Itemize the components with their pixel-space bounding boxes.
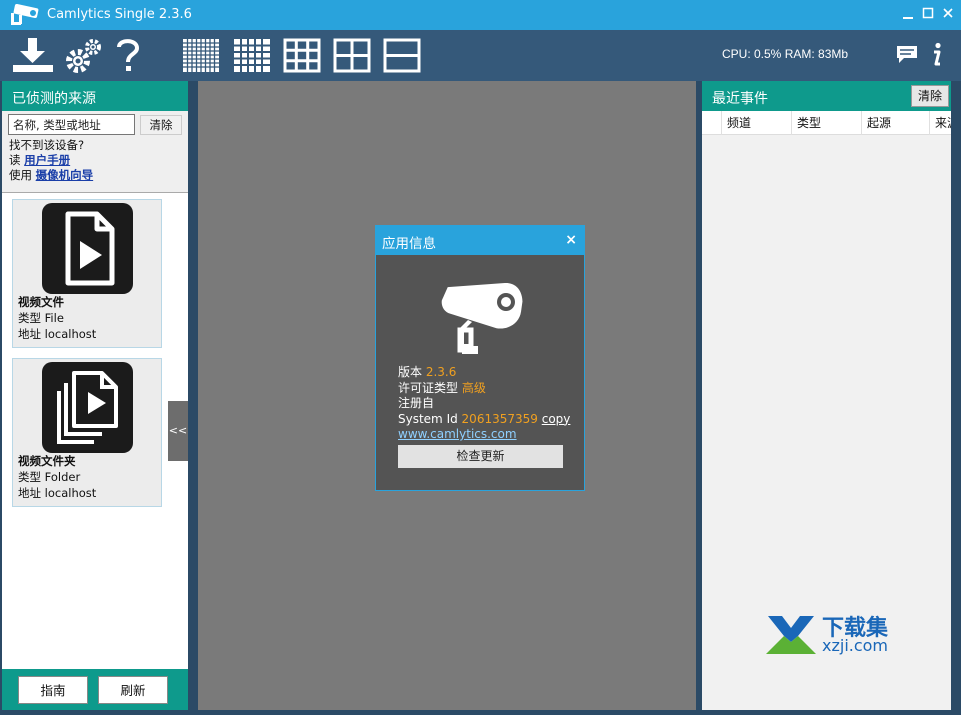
license-value: 高级 [461, 380, 486, 395]
license-label: 许可证类型 [398, 380, 462, 395]
source-card-video-folder[interactable]: 视频文件夹 类型 Folder 地址 localhost [12, 358, 162, 507]
sources-search-input[interactable] [8, 114, 135, 135]
sources-clear-button[interactable]: 清除 [140, 115, 182, 135]
watermark-url: xzji.com [822, 636, 889, 655]
grid-8x8-icon[interactable] [182, 38, 220, 73]
info-icon[interactable] [929, 42, 943, 68]
minimize-icon[interactable] [901, 6, 915, 22]
version-value: 2.3.6 [425, 365, 457, 379]
window-title: Camlytics Single 2.3.6 [47, 7, 192, 22]
source-address: 地址 localhost [18, 486, 97, 500]
events-title: 最近事件 [712, 91, 768, 107]
camera-wizard-link[interactable]: 摄像机向导 [36, 168, 94, 182]
chat-icon[interactable] [896, 45, 918, 65]
sources-title: 已侦测的来源 [2, 81, 188, 111]
column-header-type[interactable]: 类型 [792, 111, 862, 135]
help-use-text: 使用 [9, 168, 36, 182]
security-camera-icon [441, 282, 523, 354]
grid-5x5-icon[interactable] [233, 38, 271, 73]
watermark-logo-icon [766, 616, 816, 654]
version-row: 版本 2.3.6 [398, 365, 570, 381]
system-id-row: System Id 2061357359 copy [398, 412, 570, 428]
version-label: 版本 [398, 365, 426, 379]
source-card-details: 视频文件夹 类型 Folder 地址 localhost [18, 453, 96, 501]
source-type: 类型 File [18, 311, 64, 325]
column-header-source[interactable]: 来源 [930, 111, 951, 135]
dialog-info: 版本 2.3.6 许可证类型 高级 注册自 System Id 20613573… [398, 365, 570, 443]
source-card-details: 视频文件 类型 File 地址 localhost [18, 294, 96, 342]
column-header-blank [702, 111, 722, 135]
collapse-panel-button[interactable]: << [168, 401, 188, 461]
site-watermark: 下载集 xzji.com [764, 610, 904, 658]
refresh-button[interactable]: 刷新 [98, 676, 168, 704]
help-read-text: 读 [9, 153, 25, 167]
events-header: 最近事件 清除 [702, 81, 951, 111]
title-bar: Camlytics Single 2.3.6 [0, 0, 961, 30]
video-folder-icon [42, 362, 133, 453]
system-id-value: 2061357359 [461, 411, 538, 426]
help-manual-line: 读 用户手册 [9, 153, 188, 168]
close-icon[interactable] [941, 6, 955, 22]
sources-search-row: 清除 [2, 111, 188, 137]
website-link[interactable]: www.camlytics.com [398, 427, 570, 443]
column-header-origin[interactable]: 起源 [862, 111, 930, 135]
registered-label: 注册自 [398, 396, 435, 410]
help-icon[interactable] [116, 37, 140, 75]
system-id-label: System Id [398, 411, 462, 426]
sources-panel: 已侦测的来源 清除 找不到该设备? 读 用户手册 使用 摄像机向导 视频文件 类… [2, 81, 188, 710]
dialog-header: 应用信息 × [376, 226, 584, 255]
grid-3x3-icon[interactable] [283, 38, 321, 73]
camera-logo-icon [11, 3, 39, 25]
copy-link[interactable]: copy [542, 412, 571, 426]
source-card-video-file[interactable]: 视频文件 类型 File 地址 localhost [12, 199, 162, 348]
events-clear-button[interactable]: 清除 [911, 85, 949, 107]
grid-2x2-icon[interactable] [333, 38, 371, 73]
dialog-close-icon[interactable]: × [565, 232, 577, 248]
source-name: 视频文件夹 [18, 454, 76, 468]
column-header-channel[interactable]: 频道 [722, 111, 792, 135]
user-manual-link[interactable]: 用户手册 [24, 153, 70, 167]
sources-footer: 指南 刷新 [2, 669, 188, 710]
source-name: 视频文件 [18, 295, 64, 309]
help-question: 找不到该设备? [9, 138, 85, 152]
guide-button[interactable]: 指南 [18, 676, 88, 704]
events-table-header: 频道 类型 起源 来源 [702, 111, 951, 135]
maximize-icon[interactable] [921, 6, 935, 22]
download-icon[interactable] [12, 38, 54, 74]
toolbar: CPU: 0.5% RAM: 83Mb [0, 30, 961, 81]
resource-status: CPU: 0.5% RAM: 83Mb [722, 47, 849, 61]
dialog-title: 应用信息 [382, 236, 436, 252]
video-file-icon [42, 203, 133, 294]
help-wizard-line: 使用 摄像机向导 [9, 168, 188, 183]
sources-help: 找不到该设备? 读 用户手册 使用 摄像机向导 [2, 137, 188, 193]
source-type: 类型 Folder [18, 470, 81, 484]
settings-icon[interactable] [64, 37, 104, 75]
split-horizontal-icon[interactable] [383, 38, 421, 73]
license-row: 许可证类型 高级 [398, 381, 570, 397]
source-address: 地址 localhost [18, 327, 97, 341]
check-update-button[interactable]: 检查更新 [398, 445, 563, 468]
app-info-dialog: 应用信息 × 版本 2.3.6 许可证类型 高级 注册自 System Id 2… [375, 225, 585, 491]
